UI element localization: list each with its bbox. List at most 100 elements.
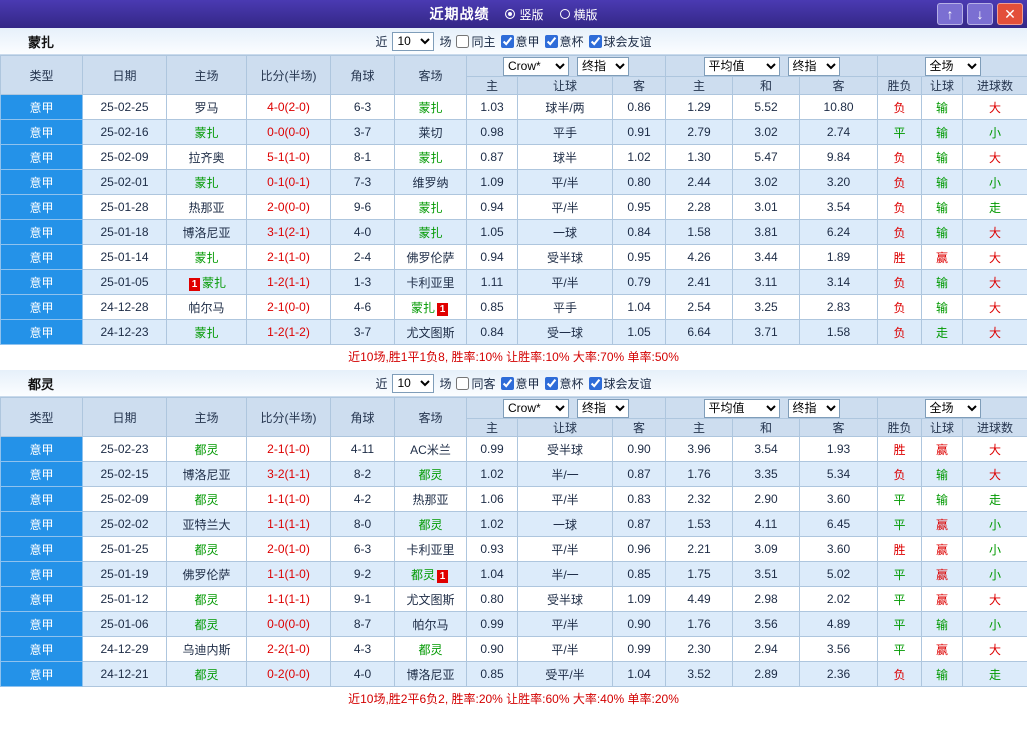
league-type-cell: 意甲 — [0, 611, 83, 637]
col-header-handicap-line: 让球 — [517, 418, 613, 437]
handicap-result-cell: 输 — [921, 169, 964, 195]
avg-away-odds-cell: 3.56 — [799, 636, 879, 662]
col-header-handicap-result: 让球 — [921, 76, 964, 95]
result-cell: 负 — [877, 269, 923, 295]
vertical-layout-radio[interactable]: 竖版 — [505, 6, 544, 23]
handicap-home-odds-cell: 1.04 — [466, 561, 518, 587]
avg-home-odds-cell: 1.29 — [665, 94, 734, 120]
average-select[interactable]: 平均值 — [703, 56, 780, 76]
away-team-cell: 都灵 — [394, 636, 467, 662]
friendly-checkbox[interactable] — [588, 34, 602, 48]
europe-odds-group-header: 平均值 终指 — [665, 397, 879, 419]
friendly-checkbox[interactable] — [588, 376, 602, 390]
handicap-result-cell: 走 — [921, 319, 964, 345]
same-venue-checkbox[interactable] — [456, 34, 470, 48]
bookmaker-select[interactable]: Crow* — [503, 56, 569, 76]
match-row: 意甲 25-02-23 都灵 2-1(1-0) 4-11 AC米兰 0.99 受半球 0.90 3… — [0, 436, 1027, 462]
corner-cell: 4-0 — [330, 219, 395, 245]
scroll-down-button[interactable]: ↓ — [967, 3, 993, 25]
final-odds-select[interactable]: 终指 — [787, 56, 840, 76]
league-filter[interactable]: 意甲 — [500, 33, 540, 50]
close-button[interactable]: ✕ — [997, 3, 1023, 25]
league-type-cell: 意甲 — [0, 144, 83, 170]
league-type-cell: 意甲 — [0, 294, 83, 320]
goals-result-cell: 小 — [962, 611, 1027, 637]
col-header-handicap-home: 主 — [466, 418, 518, 437]
full-match-select[interactable]: 全场 — [924, 398, 981, 418]
same-venue-filter[interactable]: 同主 — [456, 33, 496, 50]
corner-cell: 2-4 — [330, 244, 395, 270]
handicap-home-odds-cell: 1.03 — [466, 94, 518, 120]
match-count-select[interactable]: 10 — [392, 373, 435, 393]
final-odds-select[interactable]: 终指 — [787, 398, 840, 418]
average-select[interactable]: 平均值 — [703, 398, 780, 418]
avg-home-odds-cell: 2.41 — [665, 269, 734, 295]
handicap-result-cell: 赢 — [921, 636, 964, 662]
down-arrow-icon: ↓ — [976, 6, 984, 22]
handicap-odds-group-header: Crow* 终指 — [465, 397, 667, 419]
goals-result-cell: 大 — [962, 144, 1027, 170]
avg-draw-odds-cell: 3.51 — [732, 561, 801, 587]
same-venue-checkbox[interactable] — [456, 376, 470, 390]
avg-home-odds-cell: 2.21 — [665, 536, 734, 562]
match-count-select[interactable]: 10 — [392, 31, 435, 51]
avg-away-odds-cell: 2.02 — [799, 586, 879, 612]
titlebar: 近期战绩 竖版 横版 ↑ ↓ ✕ — [0, 0, 1027, 28]
goals-result-cell: 大 — [962, 436, 1027, 462]
bookmaker-select[interactable]: Crow* — [503, 398, 569, 418]
same-venue-filter[interactable]: 同客 — [456, 375, 496, 392]
cup-filter[interactable]: 意杯 — [544, 375, 584, 392]
result-cell: 胜 — [877, 436, 923, 462]
score-cell: 1-1(1-1) — [246, 586, 331, 612]
handicap-away-odds-cell: 0.96 — [611, 536, 667, 562]
league-checkbox[interactable] — [500, 34, 514, 48]
cup-checkbox[interactable] — [544, 34, 558, 48]
goals-result-cell: 大 — [962, 94, 1027, 120]
match-row: 意甲 25-02-25 罗马 4-0(2-0) 6-3 蒙扎 1.03 球半/两 0.86 1.2… — [0, 94, 1027, 120]
avg-draw-odds-cell: 3.56 — [732, 611, 801, 637]
final-odds-select[interactable]: 终指 — [577, 56, 629, 76]
cup-filter[interactable]: 意杯 — [544, 33, 584, 50]
avg-draw-odds-cell: 5.47 — [732, 144, 801, 170]
cup-checkbox[interactable] — [544, 376, 558, 390]
col-header-score: 比分(半场) — [246, 55, 331, 95]
league-filter[interactable]: 意甲 — [500, 375, 540, 392]
score-cell: 2-1(1-0) — [246, 244, 331, 270]
corner-cell: 9-2 — [330, 561, 395, 587]
avg-away-odds-cell: 5.02 — [799, 561, 879, 587]
away-team-cell: 蒙扎 — [394, 94, 467, 120]
avg-home-odds-cell: 1.75 — [665, 561, 734, 587]
handicap-away-odds-cell: 0.83 — [611, 486, 667, 512]
handicap-line-cell: 平/半 — [517, 611, 613, 637]
team-label: 蒙扎 — [418, 200, 443, 215]
final-odds-select[interactable]: 终指 — [577, 398, 629, 418]
score-cell: 2-0(0-0) — [246, 194, 331, 220]
match-row: 意甲 25-02-01 蒙扎 0-1(0-1) 7-3 维罗纳 1.09 平/半 0.80 2.4… — [0, 169, 1027, 195]
friendly-label: 球会友谊 — [603, 376, 652, 391]
scroll-up-button[interactable]: ↑ — [937, 3, 963, 25]
match-row: 意甲 25-01-28 热那亚 2-0(0-0) 9-6 蒙扎 0.94 平/半 0.95 2.2… — [0, 194, 1027, 220]
league-checkbox[interactable] — [500, 376, 514, 390]
handicap-line-cell: 受半球 — [517, 586, 613, 612]
handicap-home-odds-cell: 0.93 — [466, 536, 518, 562]
league-type-cell: 意甲 — [0, 119, 83, 145]
full-match-select[interactable]: 全场 — [924, 56, 981, 76]
avg-home-odds-cell: 6.64 — [665, 319, 734, 345]
result-cell: 负 — [877, 461, 923, 487]
handicap-result-cell: 赢 — [921, 561, 964, 587]
handicap-result-cell: 输 — [921, 461, 964, 487]
score-cell: 2-0(1-0) — [246, 536, 331, 562]
date-cell: 25-01-18 — [82, 219, 167, 245]
section-filter-bar: 都灵 近 10 场 同客 意甲 意杯 球会友谊 — [0, 370, 1027, 397]
corner-cell: 8-2 — [330, 461, 395, 487]
avg-draw-odds-cell: 3.02 — [732, 119, 801, 145]
score-cell: 1-1(1-1) — [246, 511, 331, 537]
result-cell: 胜 — [877, 536, 923, 562]
handicap-result-cell: 输 — [921, 661, 964, 687]
avg-draw-odds-cell: 4.11 — [732, 511, 801, 537]
horizontal-layout-radio[interactable]: 横版 — [559, 6, 598, 23]
team-label: 蒙扎 — [201, 275, 226, 290]
friendly-filter[interactable]: 球会友谊 — [588, 33, 652, 50]
team-label: 卡利亚里 — [406, 542, 455, 557]
friendly-filter[interactable]: 球会友谊 — [588, 375, 652, 392]
